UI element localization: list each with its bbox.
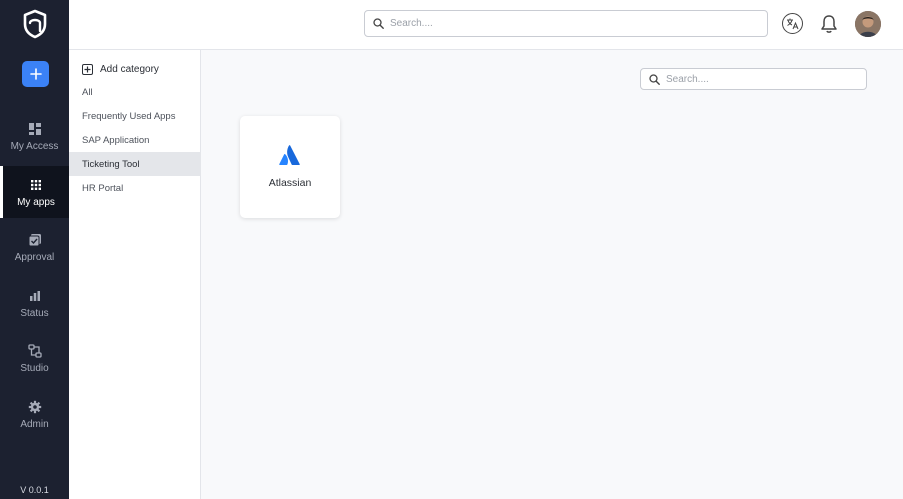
plus-square-icon <box>82 63 93 75</box>
sidebar-item-label: Studio <box>20 362 49 374</box>
global-search[interactable] <box>364 10 768 37</box>
app-card-atlassian[interactable]: Atlassian <box>240 116 340 218</box>
sidebar-item-approval[interactable]: Approval <box>0 221 69 273</box>
app-name: Atlassian <box>268 177 312 189</box>
category-item-frequently-used[interactable]: Frequently Used Apps <box>69 104 201 128</box>
grid-icon <box>28 177 44 193</box>
shield-logo-icon[interactable] <box>22 9 48 39</box>
approval-icon <box>27 232 43 248</box>
sidebar-item-label: Admin <box>20 418 49 430</box>
sidebar-item-label: Status <box>20 307 49 319</box>
atlassian-icon <box>279 145 300 165</box>
sidebar-item-label: My apps <box>17 196 55 208</box>
top-bar <box>69 0 903 50</box>
sidebar-item-label: My Access <box>10 140 59 152</box>
add-button[interactable] <box>22 61 49 87</box>
sidebar-item-studio[interactable]: Studio <box>0 332 69 384</box>
app-search-input[interactable] <box>666 73 862 85</box>
plus-icon <box>29 68 42 80</box>
dashboard-icon <box>27 121 43 137</box>
gear-icon <box>27 399 43 415</box>
version-label: V 0.0.1 <box>20 485 49 495</box>
category-item-all[interactable]: All <box>69 80 201 104</box>
category-panel: Add category All Frequently Used Apps SA… <box>69 50 201 499</box>
notifications-button[interactable] <box>819 13 839 35</box>
app-search[interactable] <box>640 68 867 90</box>
sidebar-item-admin[interactable]: Admin <box>0 388 69 440</box>
studio-icon <box>27 343 43 359</box>
avatar[interactable] <box>855 11 881 37</box>
category-item-ticketing-tool[interactable]: Ticketing Tool <box>69 152 201 176</box>
add-category-button[interactable]: Add category <box>82 61 159 77</box>
category-item-hr-portal[interactable]: HR Portal <box>69 176 201 200</box>
search-icon <box>373 18 384 29</box>
sidebar-item-my-apps[interactable]: My apps <box>0 166 69 218</box>
sidebar-item-label: Approval <box>14 251 55 263</box>
bar-chart-icon <box>27 288 43 304</box>
search-icon <box>649 73 660 85</box>
sidebar-item-my-access[interactable]: My Access <box>0 110 69 162</box>
add-category-label: Add category <box>100 63 159 75</box>
global-search-input[interactable] <box>390 18 745 29</box>
category-item-sap[interactable]: SAP Application <box>69 128 201 152</box>
bell-icon <box>821 15 837 33</box>
sidebar-item-status[interactable]: Status <box>0 277 69 329</box>
left-rail: My Access My apps Approval Status Studio… <box>0 0 69 499</box>
translate-icon <box>787 18 799 30</box>
translate-button[interactable] <box>782 13 803 34</box>
